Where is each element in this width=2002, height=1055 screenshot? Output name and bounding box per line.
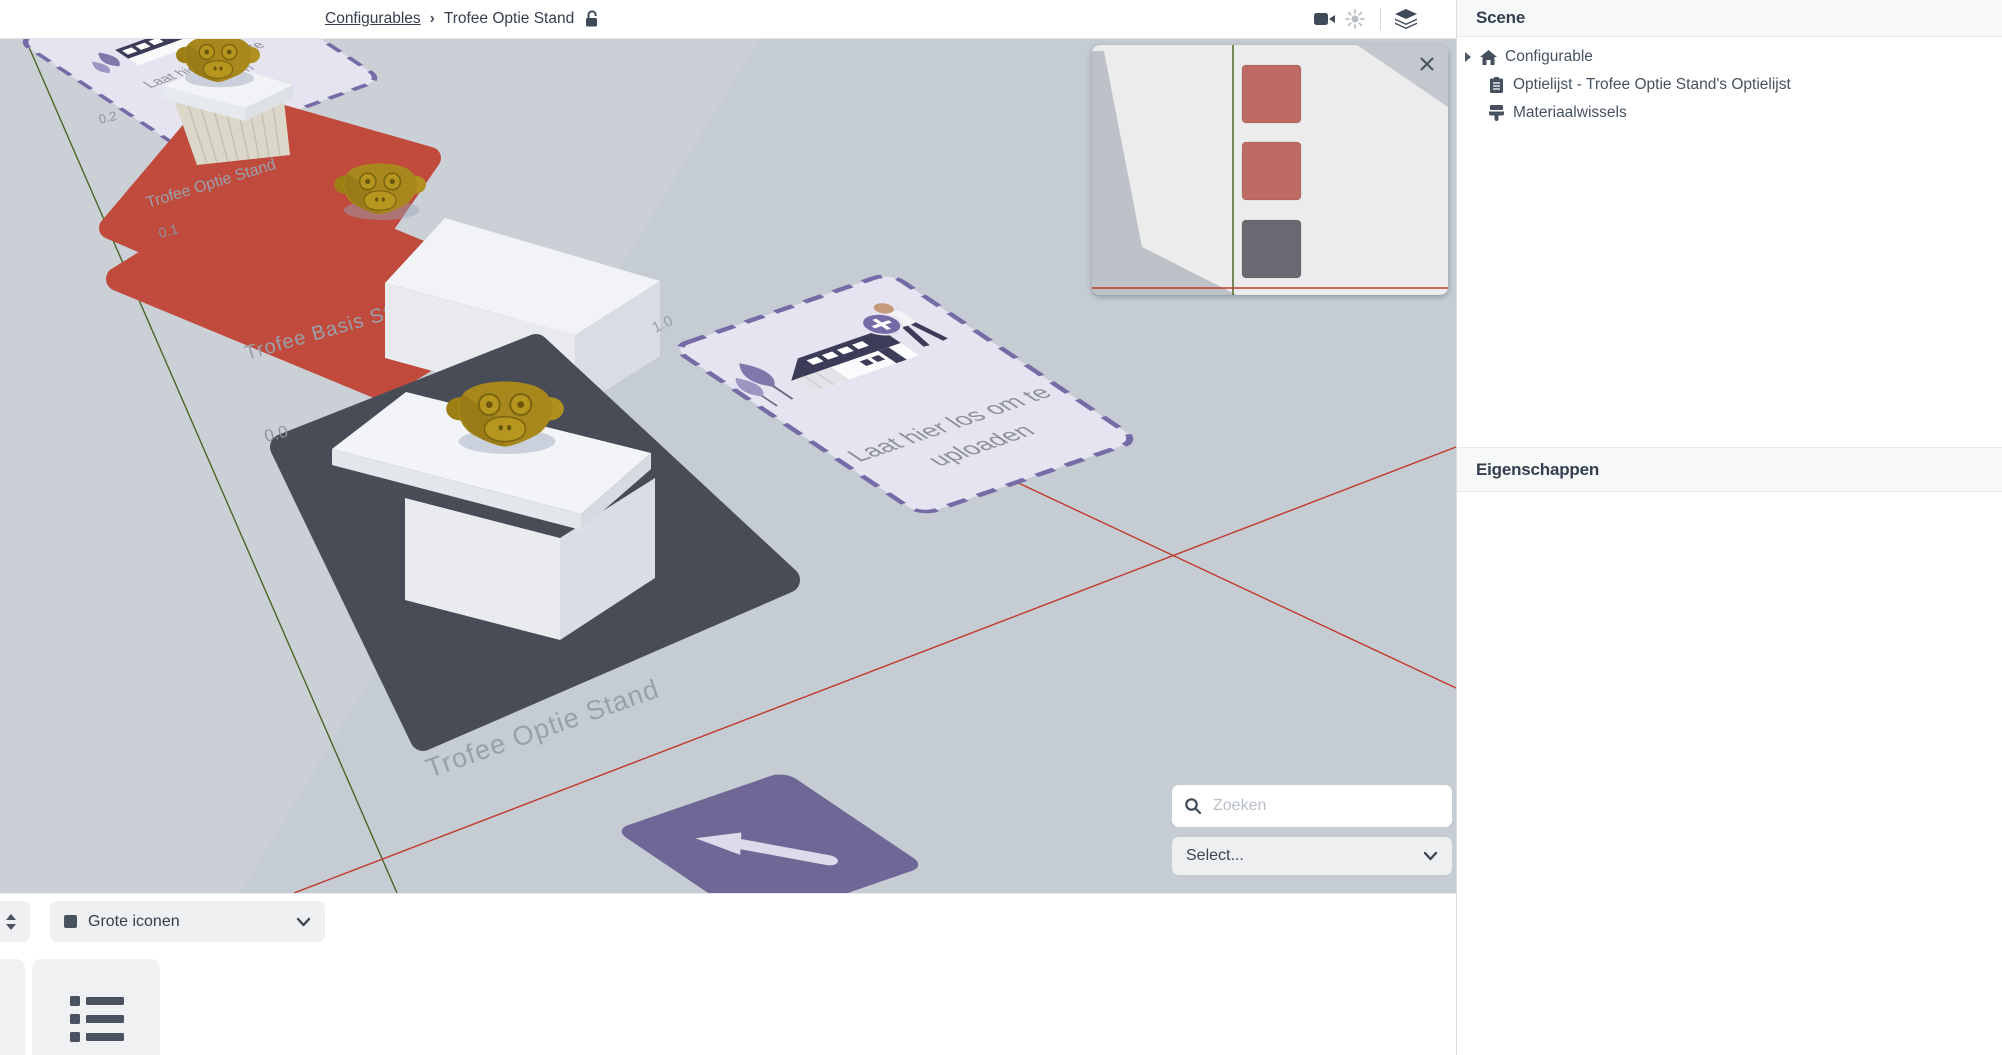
tree-item-materialswaps[interactable]: Materiaalwissels: [1487, 99, 1627, 127]
panel-corner-wedge: [1092, 51, 1237, 295]
swatch-red-1[interactable]: [1242, 65, 1301, 123]
swatch-red-2[interactable]: [1242, 142, 1301, 200]
sun-icon: [1345, 9, 1365, 29]
scene-panel-header: Scene: [1457, 0, 2002, 37]
palette-close-button[interactable]: [1412, 49, 1442, 79]
sidebar: Scene Configurable Optielijst: [1456, 0, 2002, 1055]
topbar: Configurables › Trofee Optie Stand: [0, 0, 1456, 39]
unlock-icon[interactable]: [583, 10, 600, 28]
search-input[interactable]: [1211, 796, 1440, 816]
sort-button[interactable]: [0, 901, 30, 942]
large-icons-glyph: [64, 915, 77, 928]
scene-panel-title: Scene: [1476, 8, 1525, 28]
tree-item-optionlist[interactable]: Optielijst - Trofee Optie Stand's Optiel…: [1487, 71, 1791, 99]
swatch-gray[interactable]: [1242, 220, 1301, 278]
view-mode-value: Grote iconen: [88, 913, 285, 931]
layers-icon: [1395, 9, 1417, 29]
breadcrumb: Configurables › Trofee Optie Stand: [325, 0, 600, 38]
breadcrumb-separator: ›: [430, 10, 435, 28]
topbar-tools: [1310, 0, 1421, 38]
camera-view-button[interactable]: [1310, 0, 1340, 38]
close-icon: [1418, 55, 1436, 73]
properties-panel-title: Eigenschappen: [1476, 460, 1599, 480]
monkey-model-02[interactable]: [176, 38, 260, 87]
asset-card-optionlist[interactable]: [32, 959, 160, 1055]
breadcrumb-current: Trofee Optie Stand: [444, 10, 574, 28]
chevron-down-icon: [1423, 851, 1438, 861]
brightness-button[interactable]: [1340, 0, 1370, 38]
topbar-divider: [1380, 8, 1381, 30]
chevron-down-icon: [296, 917, 311, 927]
view-mode-select[interactable]: Grote iconen: [50, 901, 325, 942]
tree-item-label: Configurable: [1505, 48, 1593, 66]
app-window: Laat hier los om te uploaden 0.2 Trofee …: [0, 0, 2002, 1055]
asset-card-partial[interactable]: [0, 959, 25, 1055]
tree-item-label: Optielijst - Trofee Optie Stand's Optiel…: [1513, 76, 1791, 94]
clipboard-icon: [1487, 77, 1505, 93]
sort-arrows-icon: [5, 914, 17, 930]
scene-search: [1172, 785, 1452, 827]
tree-item-label: Materiaalwissels: [1513, 104, 1627, 122]
breadcrumb-link-configurables[interactable]: Configurables: [325, 10, 421, 28]
material-palette-panel: [1092, 45, 1448, 295]
scene-filter-select[interactable]: Select...: [1172, 837, 1452, 875]
caret-right-icon[interactable]: [1465, 52, 1471, 62]
list-icon: [62, 988, 130, 1050]
tree-item-configurable[interactable]: Configurable: [1465, 43, 1593, 71]
properties-panel-header: Eigenschappen: [1457, 447, 2002, 492]
asset-browser-panel: Grote iconen: [0, 893, 1456, 1055]
brush-icon: [1487, 105, 1505, 121]
video-camera-icon: [1314, 11, 1336, 27]
filter-select-value: Select...: [1186, 847, 1423, 865]
search-icon: [1184, 797, 1202, 815]
home-icon: [1479, 50, 1497, 65]
layers-button[interactable]: [1391, 0, 1421, 38]
